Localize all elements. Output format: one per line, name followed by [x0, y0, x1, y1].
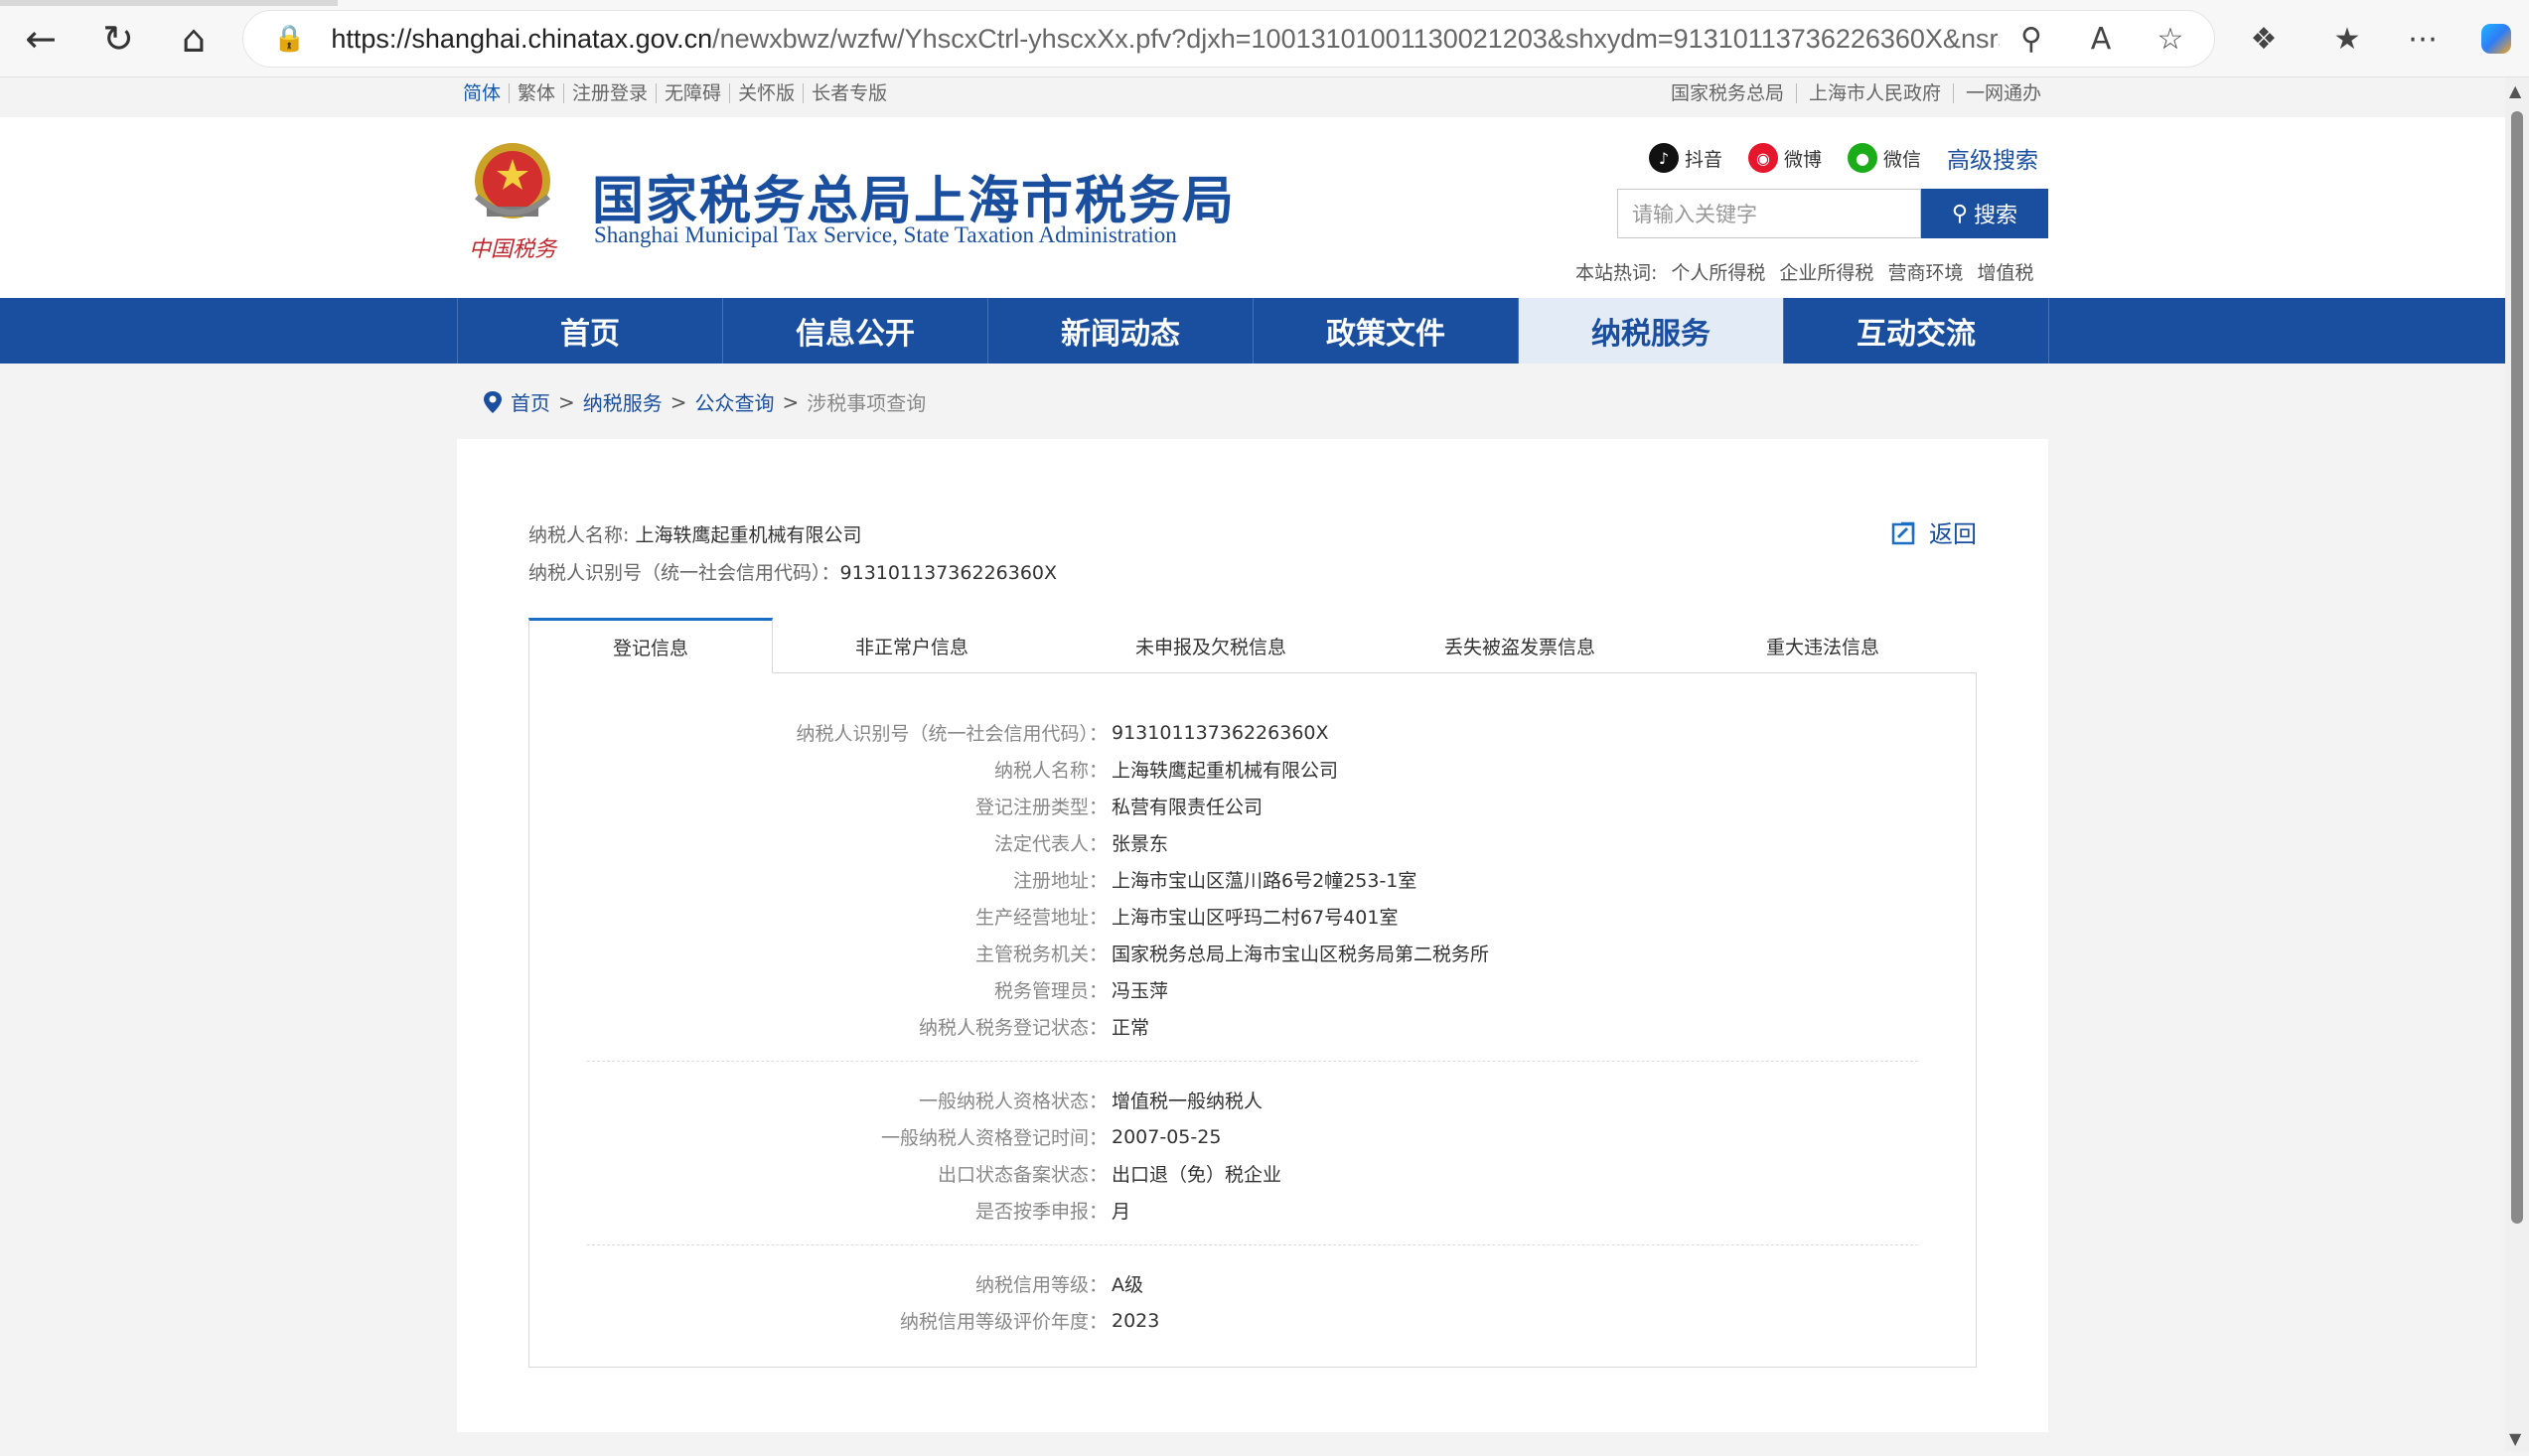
nav-news[interactable]: 新闻动态: [988, 298, 1254, 364]
hot-word[interactable]: 营商环境: [1887, 258, 1963, 285]
social-douyin[interactable]: ♪ 抖音: [1649, 143, 1722, 173]
utility-links-left: 简体 繁体 注册登录 无障碍 关怀版 长者专版: [463, 83, 895, 103]
link-simplified[interactable]: 简体: [463, 83, 511, 103]
link-register-login[interactable]: 注册登录: [564, 83, 658, 103]
scroll-up-arrow-icon[interactable]: ▲: [2509, 81, 2521, 100]
registration-info-box: 纳税人识别号（统一社会信用代码）： 91310113736226360X 纳税人名…: [528, 672, 1977, 1368]
info-row: 纳税人税务登记状态： 正常: [918, 1017, 1150, 1039]
refresh-icon[interactable]: ↻: [93, 14, 143, 64]
tab-major-violations[interactable]: 重大违法信息: [1669, 618, 1977, 673]
return-icon: [1891, 521, 1915, 544]
search-input[interactable]: 请输入关键字: [1617, 189, 1921, 238]
social-weibo[interactable]: ◉ 微博: [1748, 143, 1822, 173]
info-row: 生产经营地址： 上海市宝山区呼玛二村67号401室: [974, 907, 1399, 929]
registration-rows: 纳税人识别号（统一社会信用代码）： 91310113736226360X 纳税人名…: [529, 714, 1976, 1339]
page-scrollbar[interactable]: ▲ ▼: [2505, 77, 2529, 1452]
taxpayer-name-label: 纳税人名称:: [528, 524, 630, 546]
info-row: 注册地址： 上海市宝山区蕰川路6号2幢253-1室: [1012, 870, 1417, 892]
svg-text:中国税务: 中国税务: [469, 237, 558, 262]
nav-info-disclosure[interactable]: 信息公开: [723, 298, 988, 364]
hot-word[interactable]: 增值税: [1977, 258, 2033, 285]
favorites-list-icon[interactable]: ★: [2322, 14, 2372, 64]
info-row: 税务管理员： 冯玉萍: [993, 980, 1169, 1002]
tax-emblem-logo[interactable]: 中国税务: [463, 137, 562, 266]
info-row: 纳税信用等级评价年度： 2023: [899, 1309, 1160, 1334]
breadcrumb: 首页 > 纳税服务 > 公众查询 > 涉税事项查询: [483, 387, 926, 416]
info-row: 法定代表人： 张景东: [993, 833, 1169, 855]
link-sta[interactable]: 国家税务总局: [1659, 83, 1797, 103]
site-header: 中国税务 国家税务总局上海市税务局 Shanghai Municipal Tax…: [0, 117, 2505, 298]
nav-tax-service[interactable]: 纳税服务: [1519, 298, 1784, 364]
link-care-version[interactable]: 关怀版: [730, 83, 805, 103]
weibo-icon: ◉: [1748, 143, 1779, 173]
breadcrumb-public-query[interactable]: 公众查询: [695, 387, 775, 416]
section-divider: [587, 1244, 1918, 1245]
hot-words: 本站热词: 个人所得税 企业所得税 营商环境 增值税: [1575, 258, 2033, 285]
nav-policy[interactable]: 政策文件: [1254, 298, 1519, 364]
nav-home[interactable]: 首页: [458, 298, 723, 364]
wechat-icon: ●: [1848, 143, 1878, 173]
search-icon: ⚲: [1951, 201, 1969, 226]
extensions-icon[interactable]: ❖: [2239, 14, 2289, 64]
back-button[interactable]: 返回: [1891, 514, 1977, 549]
info-row: 是否按季申报：月: [974, 1201, 1131, 1223]
search-button[interactable]: ⚲ 搜索: [1921, 189, 2048, 238]
more-menu-icon[interactable]: ⋯: [2398, 14, 2448, 64]
copilot-icon[interactable]: [2471, 14, 2521, 64]
lock-icon: 🔒: [273, 24, 306, 54]
info-tabs: 登记信息 非正常户信息 未申报及欠税信息 丢失被盗发票信息 重大违法信息: [528, 618, 1977, 673]
url-text[interactable]: https://shanghai.chinatax.gov.cn/newxbwz…: [331, 24, 2000, 55]
link-accessibility[interactable]: 无障碍: [657, 83, 731, 103]
info-row: 出口状态备案状态： 出口退（免）税企业: [937, 1164, 1282, 1186]
taxpayer-id-label: 纳税人识别号（统一社会信用代码）：: [528, 562, 840, 584]
link-shanghai-gov[interactable]: 上海市人民政府: [1797, 83, 1954, 103]
info-row: 纳税人名称： 上海轶鹰起重机械有限公司: [993, 760, 1339, 782]
social-wechat[interactable]: ● 微信: [1848, 143, 1921, 173]
browser-toolbar: ← ↻ ⌂ 🔒 https://shanghai.chinatax.gov.cn…: [0, 0, 2529, 77]
content-panel: 纳税人名称: 上海轶鹰起重机械有限公司 纳税人识别号（统一社会信用代码）：913…: [457, 439, 2048, 1432]
site-subtitle: Shanghai Municipal Tax Service, State Ta…: [594, 222, 1177, 247]
info-row: 一般纳税人资格登记时间： 2007-05-25: [880, 1125, 1222, 1150]
advanced-search-link[interactable]: 高级搜索: [1947, 141, 2038, 175]
link-elder-version[interactable]: 长者专版: [804, 83, 895, 103]
link-traditional[interactable]: 繁体: [510, 83, 565, 103]
tab-abnormal-account[interactable]: 非正常户信息: [773, 618, 1051, 673]
taxpayer-summary: 纳税人名称: 上海轶鹰起重机械有限公司 纳税人识别号（统一社会信用代码）：913…: [528, 516, 1057, 592]
info-row: 一般纳税人资格状态： 增值税一般纳税人: [918, 1091, 1264, 1112]
info-row: 登记注册类型： 私营有限责任公司: [974, 797, 1264, 818]
utility-links-right: 国家税务总局 上海市人民政府 一网通办: [1659, 83, 2041, 103]
section-divider: [587, 1061, 1918, 1062]
link-one-network[interactable]: 一网通办: [1954, 83, 2041, 103]
taxpayer-name-value: 上海轶鹰起重机械有限公司: [635, 524, 862, 546]
read-aloud-icon[interactable]: A: [2076, 14, 2126, 64]
breadcrumb-tax-service[interactable]: 纳税服务: [583, 387, 663, 416]
location-pin-icon: [484, 390, 502, 413]
breadcrumb-current: 涉税事项查询: [807, 391, 927, 415]
info-row: 主管税务机关： 国家税务总局上海市宝山区税务局第二税务所: [974, 944, 1490, 965]
taxpayer-id-value: 91310113736226360X: [839, 562, 1058, 584]
nav-interaction[interactable]: 互动交流: [1784, 298, 2049, 364]
browser-tab-strip: [0, 0, 338, 6]
hot-word[interactable]: 个人所得税: [1671, 258, 1765, 285]
hot-words-label: 本站热词:: [1575, 262, 1658, 284]
page-viewport: 简体 繁体 注册登录 无障碍 关怀版 长者专版 国家税务总局 上海市人民政府 一…: [0, 77, 2505, 1452]
douyin-icon: ♪: [1649, 143, 1679, 173]
hot-word[interactable]: 企业所得税: [1779, 258, 1873, 285]
tab-unfiled-arrears[interactable]: 未申报及欠税信息: [1051, 618, 1371, 673]
favorite-star-icon[interactable]: ☆: [2146, 14, 2195, 64]
scroll-down-arrow-icon[interactable]: ▼: [2509, 1429, 2521, 1448]
address-bar[interactable]: 🔒 https://shanghai.chinatax.gov.cn/newxb…: [242, 10, 2215, 68]
tab-lost-invoices[interactable]: 丢失被盗发票信息: [1371, 618, 1669, 673]
zoom-icon[interactable]: ⚲: [2007, 14, 2056, 64]
breadcrumb-home[interactable]: 首页: [511, 387, 550, 416]
main-navigation: 首页 信息公开 新闻动态 政策文件 纳税服务 互动交流: [0, 298, 2505, 364]
info-row: 纳税人识别号（统一社会信用代码）： 91310113736226360X: [796, 721, 1329, 746]
scrollbar-thumb[interactable]: [2511, 111, 2523, 1224]
home-icon[interactable]: ⌂: [169, 14, 219, 64]
back-arrow-icon[interactable]: ←: [16, 14, 66, 64]
tab-registration-info[interactable]: 登记信息: [528, 618, 773, 673]
social-links: ♪ 抖音 ◉ 微博 ● 微信 高级搜索: [1649, 141, 2038, 175]
utility-strip: 简体 繁体 注册登录 无障碍 关怀版 长者专版 国家税务总局 上海市人民政府 一…: [0, 77, 2505, 117]
info-row: 纳税信用等级： A级: [974, 1274, 1143, 1296]
